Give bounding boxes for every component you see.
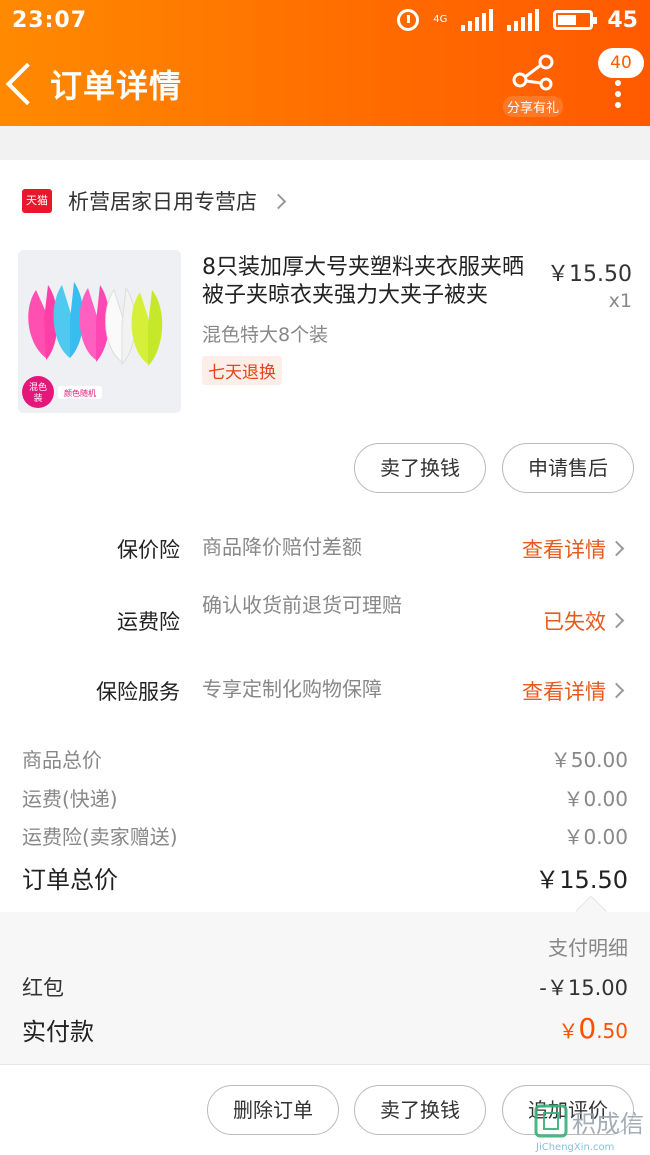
total-label: 运费险(卖家赠送) — [22, 825, 178, 849]
product-price: ￥15.50 — [547, 262, 632, 287]
after-sale-button[interactable]: 申请售后 — [502, 443, 634, 493]
insurance-name: 运费险 — [117, 610, 180, 634]
sell-item-button[interactable]: 卖了换钱 — [354, 1085, 486, 1135]
back-arrow-icon[interactable] — [5, 62, 49, 106]
expired-status[interactable]: 已失效 — [543, 606, 606, 636]
image-badge-line1: 混色 — [29, 381, 47, 393]
clothespins-illustration: 混色 装 颜色随机 — [18, 250, 181, 413]
order-total-row: 订单总价 ￥15.50 — [22, 860, 628, 895]
total-row: 商品总价 ￥50.00 — [22, 744, 628, 773]
order-total-value: ￥15.50 — [535, 866, 628, 894]
share-label: 分享有礼 — [503, 96, 563, 117]
more-menu-button[interactable]: 40 — [598, 48, 644, 108]
status-time: 23:07 — [12, 7, 88, 33]
network-type: 4G — [433, 14, 448, 25]
insurance-name: 保价险 — [117, 538, 180, 562]
battery-level: 45 — [607, 7, 638, 33]
product-image[interactable]: 混色 装 颜色随机 — [18, 250, 181, 413]
payment-detail-panel: 支付明细 红包 -￥15.00 实付款 ￥0.50 — [0, 895, 650, 1064]
price-summary: 商品总价 ￥50.00 运费(快递) ￥0.00 运费险(卖家赠送) ￥0.00… — [0, 716, 650, 912]
delete-order-button[interactable]: 删除订单 — [207, 1085, 339, 1135]
chevron-right-icon — [270, 193, 287, 209]
redpacket-row: 红包 -￥15.00 — [22, 972, 628, 1002]
redpacket-value: -￥15.00 — [539, 976, 628, 1000]
insurance-section: 保价险 商品降价赔付差额 查看详情 运费险 确认收货前退货可理赔 已失效 保险服… — [0, 508, 650, 716]
image-badge-line2: 装 — [33, 392, 42, 404]
order-item-card: 天猫 析营居家日用专营店 混色 装 颜色随机 8只装加厚大号夹塑料夹衣服夹晒被子… — [0, 160, 650, 508]
view-details-link[interactable]: 查看详情 — [522, 676, 606, 706]
tmall-icon: 天猫 — [22, 189, 52, 213]
message-count-badge: 40 — [598, 48, 644, 78]
chevron-right-icon — [608, 540, 625, 557]
payment-detail-label: 支付明细 — [548, 936, 628, 960]
share-button[interactable]: 分享有礼 — [503, 52, 563, 117]
sell-item-button[interactable]: 卖了换钱 — [354, 443, 486, 493]
paid-currency: ￥ — [558, 1019, 579, 1043]
site-watermark-logo: 积成信 JiChengXin.com — [534, 1104, 644, 1153]
paid-row: 实付款 ￥0.50 — [22, 1012, 628, 1047]
view-details-link[interactable]: 查看详情 — [522, 534, 606, 564]
shop-name: 析营居家日用专营店 — [68, 190, 257, 214]
more-dots-icon — [615, 80, 621, 113]
paid-label: 实付款 — [22, 1018, 94, 1046]
order-total-label: 订单总价 — [22, 866, 118, 894]
total-label: 运费(快递) — [22, 787, 118, 811]
product-title[interactable]: 8只装加厚大号夹塑料夹衣服夹晒被子夹晾衣夹强力大夹子被夹 — [202, 254, 534, 310]
page-title: 订单详情 — [50, 67, 183, 105]
app-header: 23:07 4G 45 订单详情 分享有礼 40 — [0, 0, 650, 126]
chevron-right-icon — [608, 682, 625, 699]
product-quantity: x1 — [608, 290, 632, 312]
product-spec: 混色特大8个装 — [202, 324, 329, 346]
total-value: ￥0.00 — [563, 787, 628, 811]
watermark-brand: 积成信 — [572, 1110, 644, 1138]
insurance-desc: 专享定制化购物保障 — [202, 677, 382, 701]
signal-2-icon — [507, 9, 540, 31]
redpacket-label: 红包 — [22, 976, 64, 1000]
status-bar: 23:07 4G 45 — [0, 0, 650, 40]
return-policy-tag: 七天退换 — [202, 356, 282, 385]
total-value: ￥50.00 — [550, 748, 628, 772]
image-caption: 颜色随机 — [64, 388, 96, 398]
battery-icon — [553, 10, 598, 30]
insurance-name: 保险服务 — [96, 680, 180, 704]
total-row: 运费(快递) ￥0.00 — [22, 783, 628, 812]
chevron-right-icon — [608, 612, 625, 629]
share-icon — [512, 54, 554, 91]
paid-decimal: .50 — [596, 1019, 628, 1043]
nav-bar: 订单详情 分享有礼 40 — [0, 44, 650, 124]
shop-link[interactable]: 天猫 析营居家日用专营店 — [22, 186, 287, 216]
insurance-desc: 商品降价赔付差额 — [202, 535, 362, 559]
alarm-clock-icon — [397, 9, 420, 31]
paid-amount: ￥0.50 — [558, 1012, 628, 1047]
total-value: ￥0.00 — [563, 825, 628, 849]
watermark-url: JiChengXin.com — [535, 1142, 614, 1153]
insurance-desc: 确认收货前退货可理赔 — [202, 593, 402, 617]
paid-integer: 0 — [578, 1012, 597, 1045]
total-label: 商品总价 — [22, 748, 102, 772]
total-row: 运费险(卖家赠送) ￥0.00 — [22, 821, 628, 850]
signal-icon — [461, 9, 494, 31]
